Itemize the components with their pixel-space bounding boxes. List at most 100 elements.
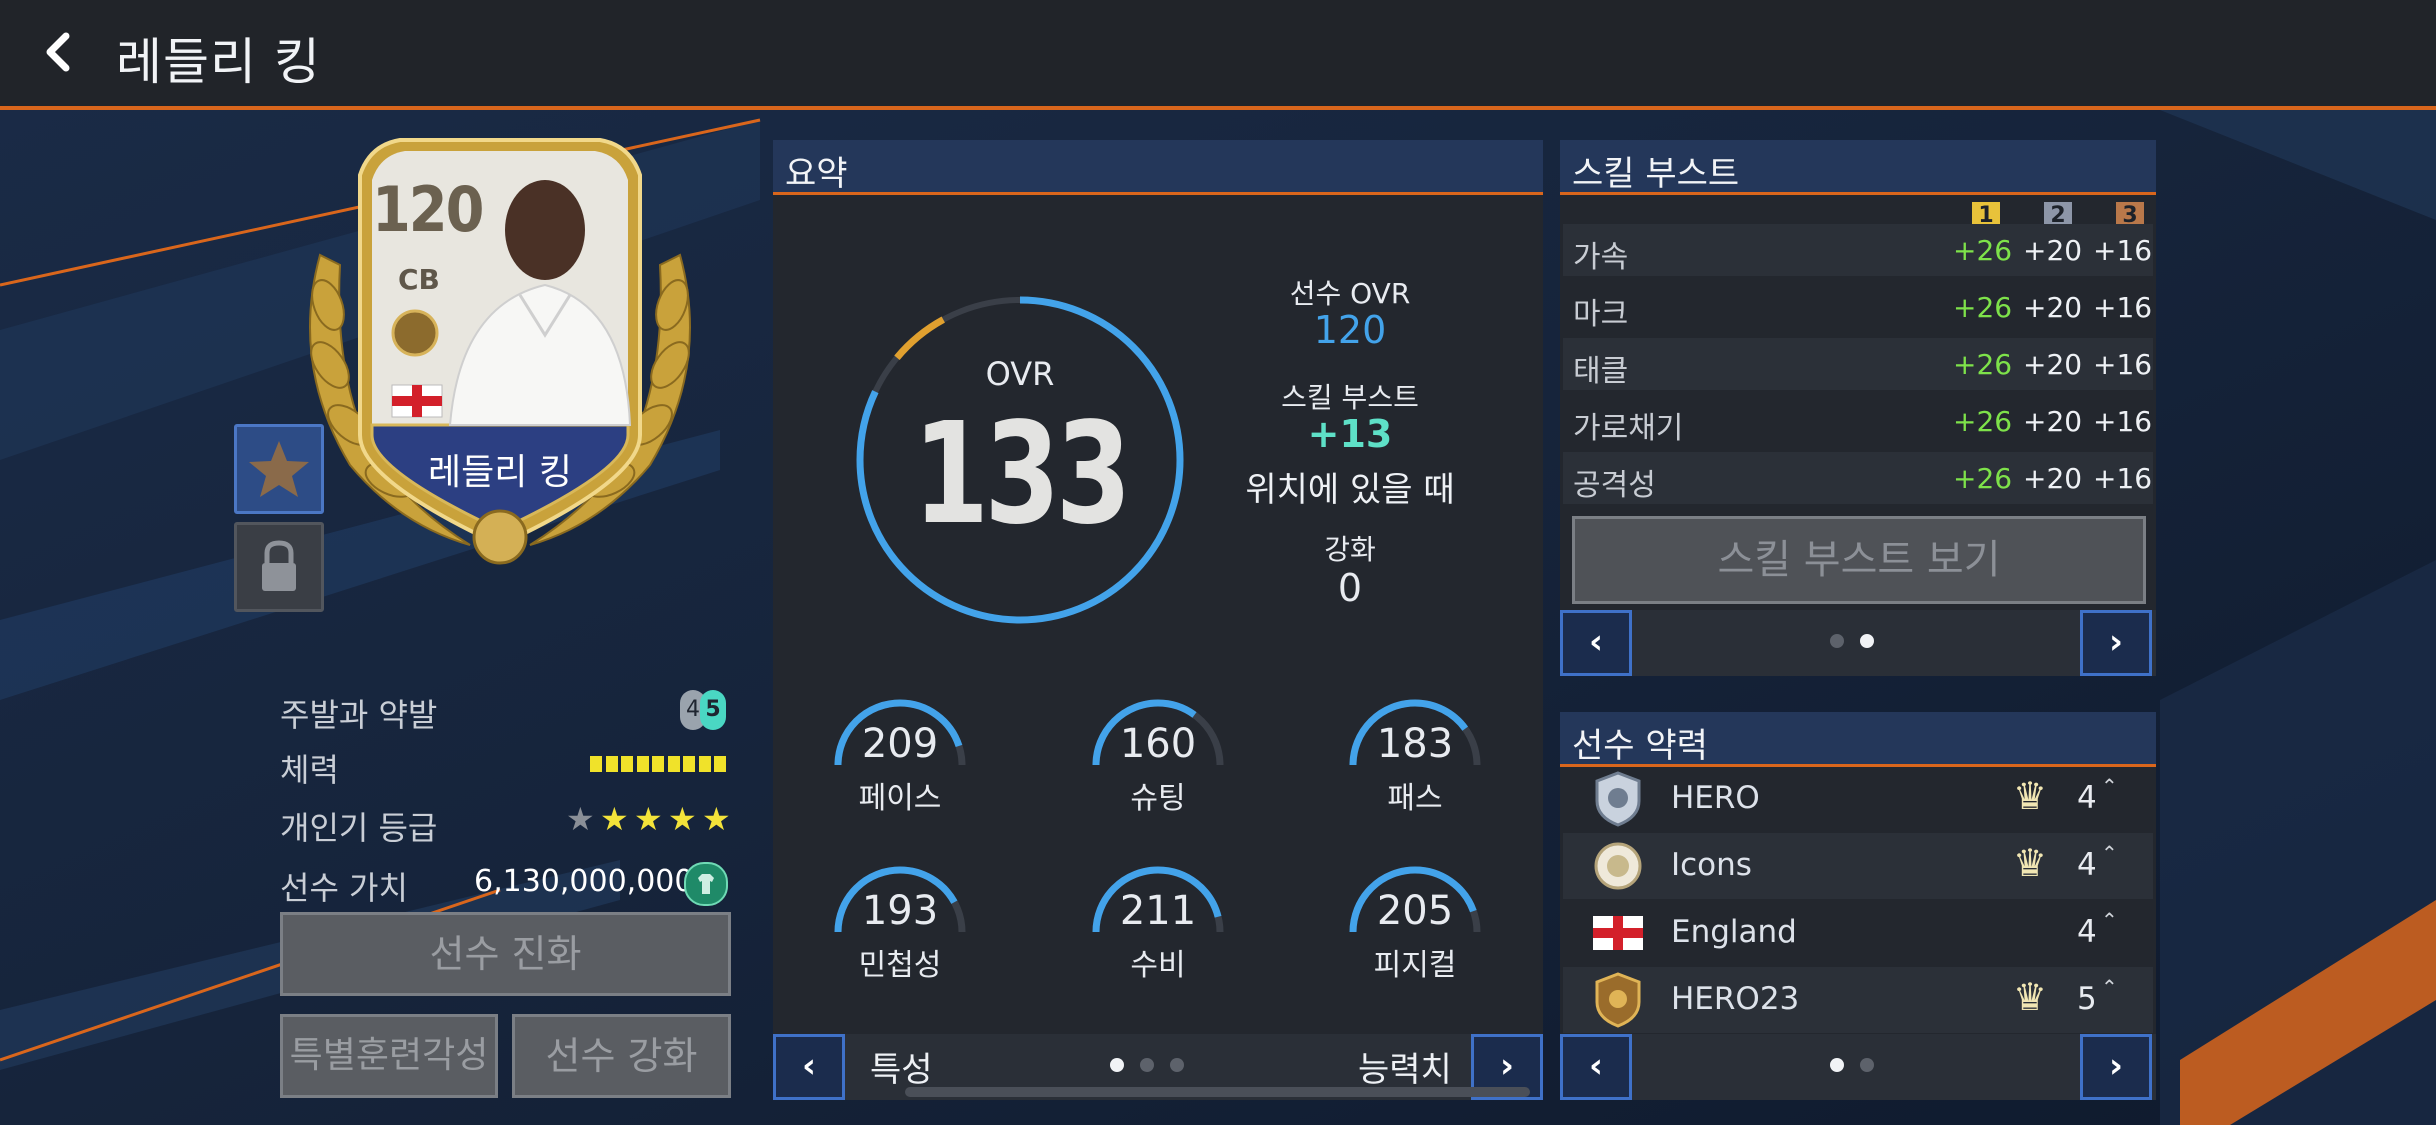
stat-gauge: 183 패스: [1345, 695, 1485, 816]
boost-level-3-value: +16: [2093, 462, 2153, 495]
chemistry-name: HERO: [1671, 780, 1760, 816]
ovr-value: 133: [913, 393, 1132, 556]
stat-label: 수비: [1130, 948, 1186, 983]
chemistry-prev-button[interactable]: ‹: [1560, 1034, 1632, 1100]
stat-gauge: 160 슈팅: [1088, 695, 1228, 816]
star-icon: ★: [668, 800, 697, 838]
chevron-up-icon: ⌃: [2101, 774, 2118, 798]
star-icon: ★: [634, 800, 663, 838]
chemistry-header: 선수 약력: [1560, 712, 2156, 767]
summary-next-label: 능력치: [1358, 1050, 1452, 1090]
boost-level-3-value: +16: [2093, 291, 2153, 324]
summary-prev-button[interactable]: ‹: [773, 1034, 845, 1100]
stamina-block: [683, 756, 695, 772]
stamina-block: [698, 756, 711, 772]
skill-boost-view-button[interactable]: 스킬 부스트 보기: [1572, 516, 2146, 604]
stat-gauge: 211 수비: [1088, 862, 1228, 983]
skill-boost-row: 가속 +26 +20 +16: [1563, 224, 2153, 276]
crown-icon: ♛: [2013, 841, 2048, 885]
crown-icon: ♛: [2013, 975, 2048, 1019]
boost-level-1-value: +26: [1953, 405, 2013, 438]
player-value: 6,130,000,000: [474, 864, 694, 899]
position-note: 위치에 있을 때: [1245, 470, 1455, 510]
summary-page-dots: [1110, 1058, 1210, 1078]
stat-gauge: 209 페이스: [830, 695, 970, 816]
stamina-bar: [590, 756, 730, 772]
chemistry-count: 4: [2077, 780, 2097, 816]
top-bar: [0, 0, 2436, 110]
skill-name: 마크: [1573, 297, 1629, 332]
popularity-label: 개인기 등급: [280, 809, 438, 847]
boost-level-2-value: +20: [2023, 405, 2083, 438]
value-label: 선수 가치: [280, 869, 408, 907]
stat-value: 193: [861, 888, 939, 934]
skill-boost-row: 공격성 +26 +20 +16: [1563, 452, 2153, 504]
back-button[interactable]: [34, 26, 86, 78]
page-dot: [1830, 634, 1844, 648]
lock-icon: [262, 540, 296, 591]
boost-level-3-value: +16: [2093, 234, 2153, 267]
foot-label: 주발과 약발: [280, 696, 438, 734]
page-dot: [1830, 1058, 1844, 1072]
chevron-up-icon: ⌃: [2101, 975, 2118, 999]
stat-label: 패스: [1387, 781, 1443, 816]
enhance-label: 강화: [1324, 533, 1376, 566]
stamina-block: [652, 756, 664, 772]
chemistry-count: 4: [2077, 847, 2097, 883]
boost-level-1-value: +26: [1953, 234, 2013, 267]
boost-level-1-value: +26: [1953, 291, 2013, 324]
horizontal-scrollbar[interactable]: [905, 1087, 1530, 1097]
skill-boost-value: +13: [1307, 412, 1393, 456]
skill-boost-prev-button[interactable]: ‹: [1560, 610, 1632, 676]
boost-level-1-value: +26: [1953, 462, 2013, 495]
chemistry-name: HERO23: [1671, 981, 1800, 1017]
evolve-button[interactable]: 선수 진화: [280, 912, 731, 996]
stamina-block: [636, 756, 649, 772]
stamina-block: [590, 756, 602, 772]
summary-title: 요약: [785, 154, 848, 194]
chevron-left-icon: ‹: [1588, 622, 1603, 662]
hero23-badge-icon: [1593, 972, 1643, 1028]
stamina-block: [667, 756, 680, 772]
chemistry-next-button[interactable]: ›: [2080, 1034, 2152, 1100]
lock-button[interactable]: [234, 522, 324, 612]
skill-boost-label: 스킬 부스트: [1281, 381, 1419, 414]
stat-label: 슈팅: [1130, 781, 1186, 816]
chemistry-row[interactable]: HERO ♛ 4 ⌃: [1563, 766, 2153, 832]
page-dot: [1140, 1058, 1154, 1072]
card-rating: 120: [372, 173, 484, 246]
page-dot: [1170, 1058, 1184, 1072]
skill-boost-header: 스킬 부스트: [1560, 140, 2156, 195]
chemistry-row[interactable]: Icons ♛ 4 ⌃: [1563, 833, 2153, 899]
stamina-block: [714, 756, 726, 772]
star-icon: [249, 441, 309, 497]
skill-boost-row: 마크 +26 +20 +16: [1563, 281, 2153, 333]
gold-ball-icon: [472, 509, 528, 565]
crown-icon: ♛: [2013, 774, 2048, 818]
skill-name: 가로채기: [1573, 411, 1684, 446]
enhance-button[interactable]: 선수 강화: [512, 1014, 731, 1098]
special-training-button[interactable]: 특별훈련각성: [280, 1014, 498, 1098]
boost-level-2-value: +20: [2023, 234, 2083, 267]
enhance-value: 0: [1337, 566, 1363, 610]
player-ovr-value: 120: [1313, 308, 1387, 352]
star-icon: ★: [566, 800, 595, 838]
skill-boost-next-button[interactable]: ›: [2080, 610, 2152, 676]
page-title: 레들리 킹: [116, 33, 321, 91]
skill-boost-row: 가로채기 +26 +20 +16: [1563, 395, 2153, 447]
player-card[interactable]: 120 CB 레들리 킹: [280, 135, 720, 575]
ovr-label: OVR: [985, 355, 1055, 393]
chevron-left-icon: ‹: [1588, 1046, 1603, 1086]
chemistry-row[interactable]: HERO23 ♛ 5 ⌃: [1563, 967, 2153, 1033]
chevron-up-icon: ⌃: [2101, 908, 2118, 932]
hero-badge-icon: [391, 309, 439, 357]
stamina-block: [605, 756, 618, 772]
boost-level-1-value: +26: [1953, 348, 2013, 381]
england-flag-icon: [391, 384, 443, 418]
favorite-button[interactable]: [234, 424, 324, 514]
skill-name: 태클: [1573, 354, 1629, 389]
england-flag-icon: [1593, 916, 1643, 972]
chemistry-row[interactable]: England 4 ⌃: [1563, 900, 2153, 966]
chevron-right-icon: ›: [2108, 622, 2123, 662]
hero-badge-icon: [1593, 771, 1643, 827]
